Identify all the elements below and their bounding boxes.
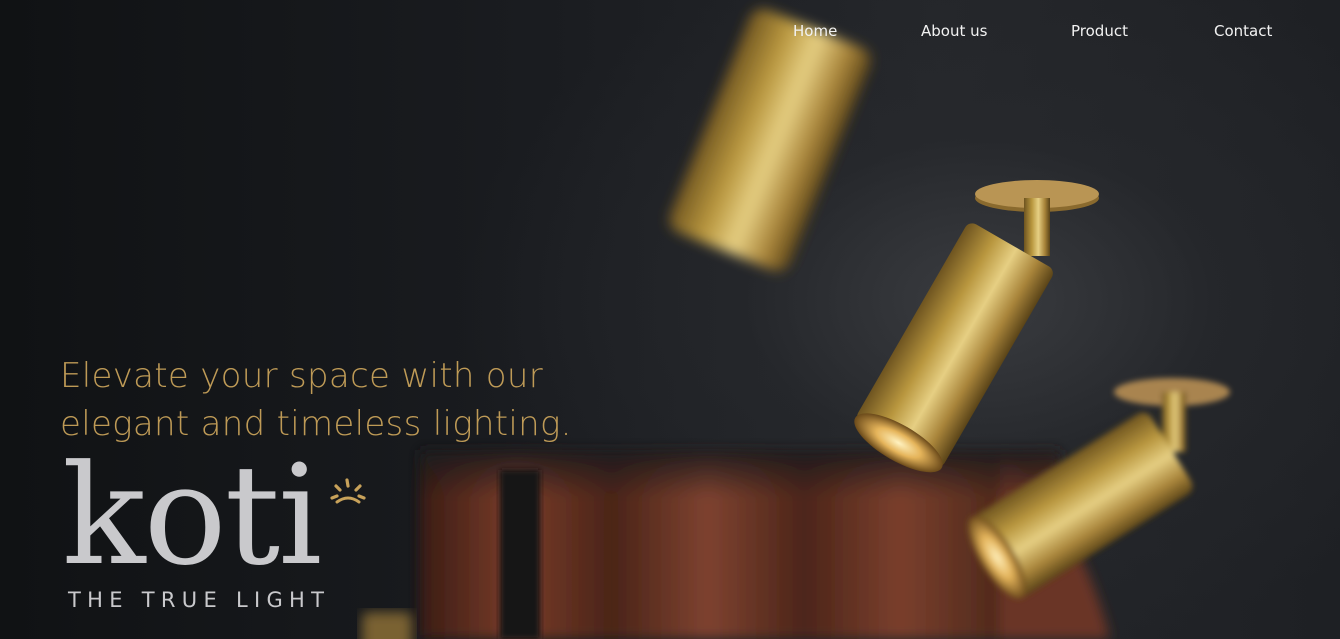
sun-rays-icon <box>330 478 366 504</box>
tagline-line-1: Elevate your space with our <box>60 356 544 396</box>
nav-product-link[interactable]: Product <box>1071 22 1128 40</box>
spotlight-top <box>669 8 871 272</box>
spotlight-middle <box>854 180 1099 473</box>
nav-contact-link[interactable]: Contact <box>1214 22 1272 40</box>
hero-section: Home About us Product Contact Elevate yo… <box>0 0 1340 639</box>
nav-home-link[interactable]: Home <box>793 22 837 40</box>
nav-about-us-link[interactable]: About us <box>921 22 987 40</box>
logo-slogan: THE TRUE LIGHT <box>68 588 331 612</box>
hero-tagline: Elevate your space with our elegant and … <box>60 352 620 448</box>
koti-logo: koti THE TRUE LIGHT <box>60 436 390 622</box>
logo-wordmark: koti <box>62 435 322 596</box>
